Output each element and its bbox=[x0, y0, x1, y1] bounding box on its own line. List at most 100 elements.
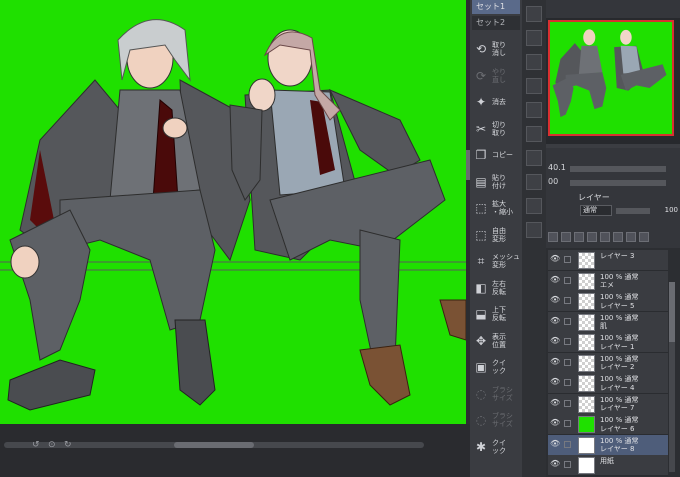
tool-button[interactable]: ✥ 表示 位置 bbox=[474, 328, 518, 354]
layer-thumbnail bbox=[578, 272, 595, 290]
side-palette-icon[interactable] bbox=[526, 126, 542, 142]
rotate-left-icon[interactable]: ↺ bbox=[32, 440, 40, 450]
tool-button[interactable]: ✦ 消去 bbox=[474, 89, 518, 115]
visibility-eye-icon[interactable]: 👁 bbox=[550, 255, 560, 263]
scale-icon: ⬚ bbox=[475, 201, 487, 215]
tool-label: 消去 bbox=[492, 98, 506, 106]
mask-icon[interactable] bbox=[613, 232, 623, 242]
undo-icon: ⟲ bbox=[475, 42, 487, 56]
visibility-eye-icon[interactable]: 👁 bbox=[550, 460, 560, 468]
illustration bbox=[0, 19, 466, 411]
layer-row[interactable]: 👁 100 % 通常 レイヤー 8 bbox=[548, 434, 668, 456]
new-layer-icon[interactable] bbox=[548, 232, 558, 242]
layer-row[interactable]: 👁 100 % 通常 レイヤー 5 bbox=[548, 291, 668, 312]
tool-button[interactable]: ▣ クイ ック bbox=[474, 354, 518, 380]
tool-button[interactable]: ⌗ メッシュ 変形 bbox=[474, 248, 520, 274]
paste-icon: ▤ bbox=[475, 174, 487, 189]
layer-lock-checkbox[interactable] bbox=[564, 338, 571, 345]
layer-lock-checkbox[interactable] bbox=[564, 276, 571, 284]
density-slider[interactable] bbox=[570, 180, 666, 186]
side-cancel-icon[interactable] bbox=[526, 54, 542, 70]
cut-icon: ✂ bbox=[475, 121, 487, 136]
tool-button[interactable]: ✱ クイ ック bbox=[474, 434, 518, 460]
tool-label: 上下 反転 bbox=[492, 306, 506, 322]
layer-lock-checkbox[interactable] bbox=[564, 420, 571, 427]
navigator-preview[interactable] bbox=[548, 20, 674, 136]
tool-label: 貼り 付け bbox=[492, 173, 506, 190]
visibility-eye-icon[interactable]: 👁 bbox=[550, 296, 560, 304]
layer-row[interactable]: 👁 100 % 通常 エメ bbox=[548, 270, 668, 292]
layer-scrollbar-thumb[interactable] bbox=[669, 282, 675, 342]
drawing-canvas[interactable] bbox=[0, 0, 466, 424]
visibility-eye-icon[interactable]: 👁 bbox=[550, 357, 560, 366]
size-slider[interactable] bbox=[570, 166, 666, 172]
lock-icon[interactable] bbox=[587, 232, 597, 242]
new-folder-icon[interactable] bbox=[561, 232, 571, 242]
tool-button[interactable]: ◌ ブラシ サイズ bbox=[474, 407, 518, 433]
side-grid-icon[interactable] bbox=[526, 102, 542, 118]
layer-row[interactable]: 👁 100 % 通常 肌 bbox=[548, 311, 668, 333]
tab-set-1[interactable]: セット1 bbox=[472, 0, 520, 14]
tool-button[interactable]: ❐ コピー bbox=[474, 142, 518, 168]
layer-lock-checkbox[interactable] bbox=[564, 256, 571, 263]
layer-lock-checkbox[interactable] bbox=[564, 358, 571, 366]
merge-icon[interactable] bbox=[626, 232, 636, 242]
visibility-eye-icon[interactable]: 👁 bbox=[550, 419, 560, 427]
visibility-eye-icon[interactable]: 👁 bbox=[550, 337, 560, 345]
tool-button[interactable]: ⟲ 取り 消し bbox=[474, 36, 518, 62]
reference-icon[interactable] bbox=[600, 232, 610, 242]
layer-tab-label[interactable]: レイヤー bbox=[578, 192, 610, 204]
side-close-icon[interactable] bbox=[526, 6, 542, 22]
mesh-transform-icon: ⌗ bbox=[477, 254, 485, 268]
layer-row[interactable]: 👁 100 % 通常 レイヤー 1 bbox=[548, 332, 668, 353]
tool-button[interactable]: ⬓ 上下 反転 bbox=[474, 301, 518, 327]
layer-row[interactable]: 👁 用紙 bbox=[548, 455, 668, 476]
opacity-slider[interactable] bbox=[616, 208, 650, 214]
tool-button[interactable]: ◧ 左右 反転 bbox=[474, 275, 518, 301]
side-image-icon[interactable] bbox=[526, 198, 542, 214]
tool-button[interactable]: ⬚ 自由 変形 bbox=[474, 222, 518, 248]
tool-label: 自由 変形 bbox=[492, 226, 506, 243]
layer-lock-checkbox[interactable] bbox=[564, 399, 571, 407]
tool-button[interactable]: ⬚ 拡大 ・縮小 bbox=[474, 195, 518, 221]
layer-row[interactable]: 👁 レイヤー 3 bbox=[548, 250, 668, 271]
blend-mode-select[interactable]: 通常 bbox=[580, 205, 612, 216]
visibility-eye-icon[interactable]: 👁 bbox=[550, 398, 560, 407]
tool-button[interactable]: ✂ 切り 取り bbox=[474, 116, 518, 142]
tab-set-2[interactable]: セット2 bbox=[472, 16, 520, 30]
rotate-right-icon[interactable]: ↻ bbox=[64, 440, 72, 450]
side-frame-icon[interactable] bbox=[526, 174, 542, 190]
tool-button[interactable]: ▤ 貼り 付け bbox=[474, 169, 518, 195]
reset-icon[interactable]: ⊙ bbox=[48, 440, 56, 450]
tool-button[interactable]: ⟳ やり 直し bbox=[474, 63, 518, 89]
clip-icon[interactable] bbox=[574, 232, 584, 242]
visibility-eye-icon[interactable]: 👁 bbox=[550, 316, 560, 325]
layer-name: 100 % 通常 レイヤー 6 bbox=[600, 416, 639, 433]
layer-thumbnail bbox=[578, 354, 595, 372]
visibility-eye-icon[interactable]: 👁 bbox=[550, 378, 560, 386]
layer-row[interactable]: 👁 100 % 通常 レイヤー 7 bbox=[548, 393, 668, 415]
visibility-eye-icon[interactable]: 👁 bbox=[550, 439, 560, 448]
layer-row[interactable]: 👁 100 % 通常 レイヤー 2 bbox=[548, 352, 668, 374]
side-folder-icon[interactable] bbox=[526, 78, 542, 94]
flip-vertical-icon: ⬓ bbox=[475, 307, 487, 321]
layer-row[interactable]: 👁 100 % 通常 レイヤー 6 bbox=[548, 414, 668, 435]
layer-row[interactable]: 👁 100 % 通常 レイヤー 4 bbox=[548, 373, 668, 394]
layer-lock-checkbox[interactable] bbox=[564, 379, 571, 386]
side-brush-icon[interactable] bbox=[526, 150, 542, 166]
layer-lock-checkbox[interactable] bbox=[564, 317, 571, 325]
delete-layer-icon[interactable] bbox=[639, 232, 649, 242]
side-page-icon[interactable] bbox=[526, 30, 542, 46]
layer-name: 100 % 通常 エメ bbox=[600, 272, 639, 290]
side-layer-icon[interactable] bbox=[526, 222, 542, 238]
free-transform-icon: ⬚ bbox=[475, 227, 487, 242]
layer-lock-checkbox[interactable] bbox=[564, 461, 571, 468]
navigator-thumbnail bbox=[552, 29, 667, 118]
layer-lock-checkbox[interactable] bbox=[564, 297, 571, 304]
layer-lock-checkbox[interactable] bbox=[564, 440, 571, 448]
tool-button[interactable]: ◌ ブラシ サイズ bbox=[474, 381, 518, 407]
visibility-eye-icon[interactable]: 👁 bbox=[550, 275, 560, 284]
side-icon-column bbox=[522, 0, 546, 477]
paint-app: ↺ ⊙ ↻ セット1 セット2 ⟲ 取り 消し ⟳ やり 直し ✦ 消去 ✂ 切り 取り ❐ コピ… bbox=[0, 0, 680, 477]
scrollbar-thumb[interactable] bbox=[174, 442, 254, 448]
